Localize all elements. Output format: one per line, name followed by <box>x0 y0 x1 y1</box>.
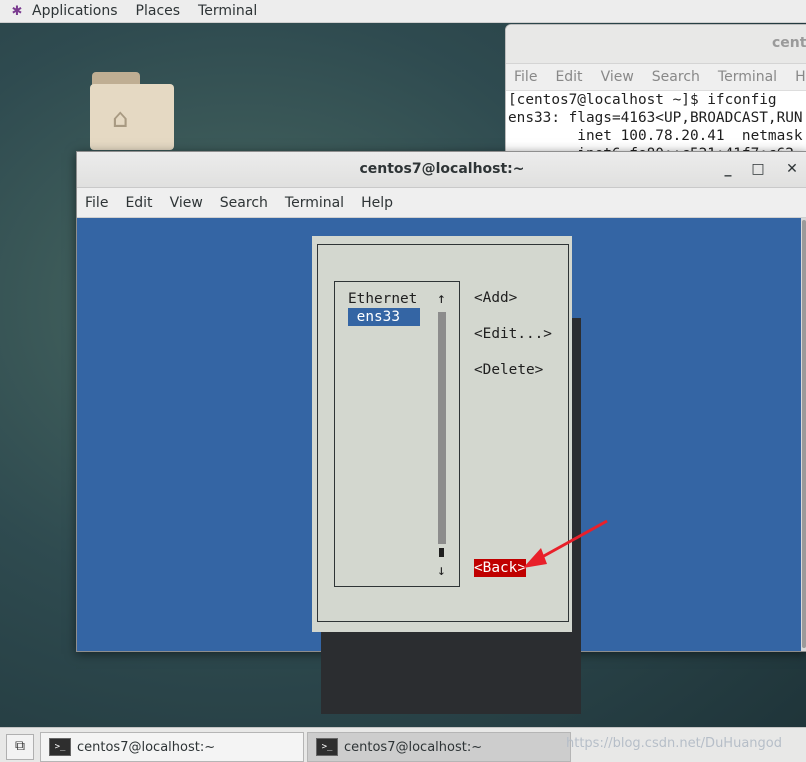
taskbar-item[interactable]: >_ centos7@localhost:~ <box>40 732 304 762</box>
edit-button[interactable]: <Edit...> <box>474 325 552 343</box>
main-terminal-titlebar[interactable]: centos7@localhost:~ _ □ ✕ <box>77 152 806 188</box>
main-menubar: File Edit View Search Terminal Help <box>77 188 806 218</box>
window-title: centos7@localhost:~ <box>359 161 525 177</box>
bg-menu-help[interactable]: Help <box>795 69 806 85</box>
top-bar: ✱ Applications Places Terminal <box>0 0 806 23</box>
close-button[interactable]: ✕ <box>782 152 802 187</box>
list-scrollbar-knob[interactable] <box>439 548 444 557</box>
menu-edit[interactable]: Edit <box>125 195 152 211</box>
bg-menu-view[interactable]: View <box>601 69 634 85</box>
bg-menu-terminal[interactable]: Terminal <box>718 69 777 85</box>
terminal-scrollbar[interactable] <box>801 218 806 651</box>
menu-terminal[interactable]: Terminal <box>285 195 344 211</box>
gnome-foot-icon: ✱ <box>11 3 23 19</box>
terminal-line: ens33: flags=4163<UP,BROADCAST,RUN <box>508 110 803 126</box>
bg-menu-search[interactable]: Search <box>652 69 700 85</box>
terminal-line: [centos7@localhost ~]$ ifconfig <box>508 92 777 108</box>
taskbar-item-label: centos7@localhost:~ <box>344 739 483 755</box>
menu-search[interactable]: Search <box>220 195 268 211</box>
bg-menu-edit[interactable]: Edit <box>555 69 582 85</box>
places-menu[interactable]: Places <box>136 3 181 19</box>
list-scrollbar[interactable] <box>438 312 446 544</box>
watermark: https://blog.csdn.net/DuHuangod <box>566 736 782 751</box>
connection-list[interactable]: Ethernet ens33 ↑ ↓ <box>334 281 460 587</box>
taskbar: ⧉ >_ centos7@localhost:~ >_ centos7@loca… <box>0 727 806 762</box>
home-icon: ⌂ <box>112 104 129 134</box>
annotation-arrow-icon <box>523 519 608 568</box>
maximize-button[interactable]: □ <box>748 152 768 187</box>
add-button[interactable]: <Add> <box>474 289 517 307</box>
terminal-icon: >_ <box>316 738 338 756</box>
taskbar-item-active[interactable]: >_ centos7@localhost:~ <box>307 732 571 762</box>
background-terminal-titlebar[interactable]: cento <box>506 25 806 64</box>
minimize-button[interactable]: _ <box>718 152 738 187</box>
background-terminal-menubar: File Edit View Search Terminal Help <box>506 64 806 91</box>
terminal-app-menu[interactable]: Terminal <box>198 3 257 19</box>
terminal-line: inet 100.78.20.41 netmask <box>508 128 803 144</box>
terminal-scrollbar-thumb[interactable] <box>802 220 806 648</box>
home-folder-icon[interactable]: ⌂ <box>88 70 176 150</box>
terminal-icon: >_ <box>49 738 71 756</box>
menu-file[interactable]: File <box>85 195 108 211</box>
scroll-down-arrow-icon[interactable]: ↓ <box>437 562 446 580</box>
main-terminal-window[interactable]: centos7@localhost:~ _ □ ✕ File Edit View… <box>76 151 806 714</box>
menu-help[interactable]: Help <box>361 195 393 211</box>
connection-item-ens33[interactable]: ens33 <box>348 308 420 326</box>
taskbar-item-label: centos7@localhost:~ <box>77 739 216 755</box>
scroll-up-arrow-icon[interactable]: ↑ <box>437 290 446 308</box>
background-terminal-title: cento <box>772 35 806 51</box>
bg-menu-file[interactable]: File <box>514 69 537 85</box>
applications-menu[interactable]: Applications <box>32 3 118 19</box>
show-desktop-icon[interactable]: ⧉ <box>6 734 34 760</box>
menu-view[interactable]: View <box>170 195 203 211</box>
background-terminal-window[interactable]: cento File Edit View Search Terminal Hel… <box>505 24 806 156</box>
folder-body <box>90 84 174 150</box>
delete-button[interactable]: <Delete> <box>474 361 543 379</box>
connection-category: Ethernet <box>348 291 418 307</box>
